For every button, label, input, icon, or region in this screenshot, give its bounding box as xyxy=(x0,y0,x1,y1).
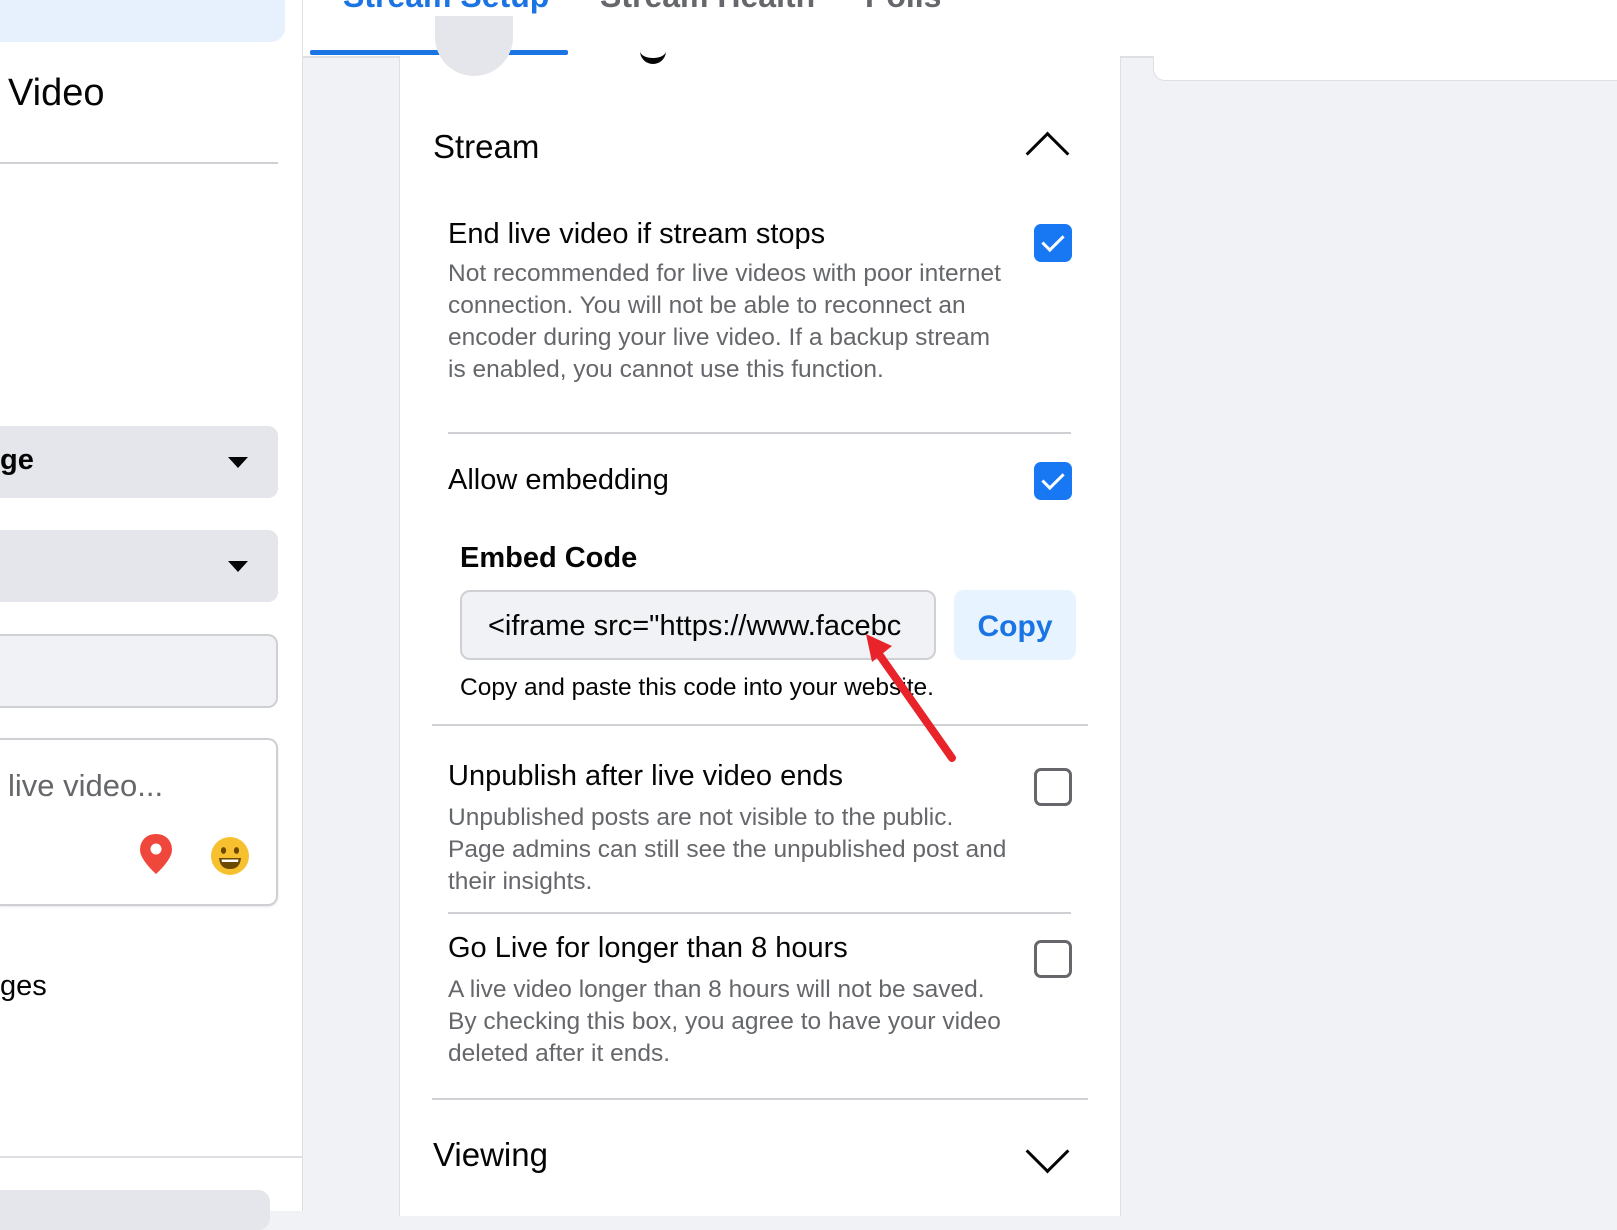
option-divider xyxy=(448,432,1071,434)
sidebar-top-highlight[interactable] xyxy=(0,0,285,42)
right-panel-card xyxy=(1153,56,1617,81)
annotation-arrow-icon xyxy=(866,634,956,762)
sidebar-title-input[interactable] xyxy=(0,634,278,708)
caret-down-icon xyxy=(228,561,248,572)
sidebar-secondary-select[interactable] xyxy=(0,530,278,602)
tab-polls[interactable]: Polls xyxy=(865,0,941,15)
long-live-checkbox[interactable] xyxy=(1034,940,1072,978)
unpublish-description: Unpublished posts are not visible to the… xyxy=(448,804,1007,895)
section-title-stream: Stream xyxy=(433,128,540,165)
end-live-description: Not recommended for live videos with poo… xyxy=(448,260,1001,383)
sidebar-pages-label: ges xyxy=(0,970,47,1002)
long-live-label: Go Live for longer than 8 hours xyxy=(448,932,848,964)
chevron-up-icon[interactable] xyxy=(1025,131,1070,176)
end-live-checkbox[interactable] xyxy=(1034,224,1072,262)
sidebar-footer-button[interactable] xyxy=(0,1190,270,1230)
tab-stream-health[interactable]: Stream Health xyxy=(600,0,815,15)
unpublish-label: Unpublish after live video ends xyxy=(448,760,843,792)
location-pin-icon[interactable] xyxy=(138,832,174,876)
caret-down-icon xyxy=(228,457,248,468)
embed-code-value: <iframe src="https://www.facebc xyxy=(488,610,902,642)
avatar xyxy=(435,16,513,76)
end-live-label: End live video if stream stops xyxy=(448,218,826,250)
sidebar-divider xyxy=(0,162,278,164)
allow-embedding-label: Allow embedding xyxy=(448,464,669,496)
composer-placeholder: live video... xyxy=(8,768,164,803)
settings-card: Stream End live video if stream stops No… xyxy=(399,16,1121,1216)
left-sidebar: Video ge live video... ges xyxy=(0,0,303,1230)
section-divider xyxy=(432,1098,1088,1100)
sidebar-title: Video xyxy=(8,72,105,114)
sidebar-footer-divider xyxy=(0,1156,302,1158)
unpublish-checkbox[interactable] xyxy=(1034,768,1072,806)
embed-code-title: Embed Code xyxy=(460,542,638,574)
sidebar-select-value: ge xyxy=(0,444,34,476)
heading-glyph-fragment xyxy=(640,48,666,64)
allow-embedding-checkbox[interactable] xyxy=(1034,462,1072,500)
tab-stream-setup[interactable]: Stream Setup xyxy=(343,0,549,15)
chevron-down-icon[interactable] xyxy=(1025,1129,1070,1174)
section-divider xyxy=(432,724,1088,726)
live-video-description-composer[interactable]: live video... xyxy=(0,738,278,906)
smiley-face-icon[interactable] xyxy=(210,836,250,876)
sidebar-post-as-select[interactable]: ge xyxy=(0,426,278,498)
long-live-description: A live video longer than 8 hours will no… xyxy=(448,976,1001,1067)
section-title-viewing: Viewing xyxy=(433,1136,548,1173)
option-divider xyxy=(448,912,1071,914)
copy-embed-button[interactable]: Copy xyxy=(954,590,1076,660)
